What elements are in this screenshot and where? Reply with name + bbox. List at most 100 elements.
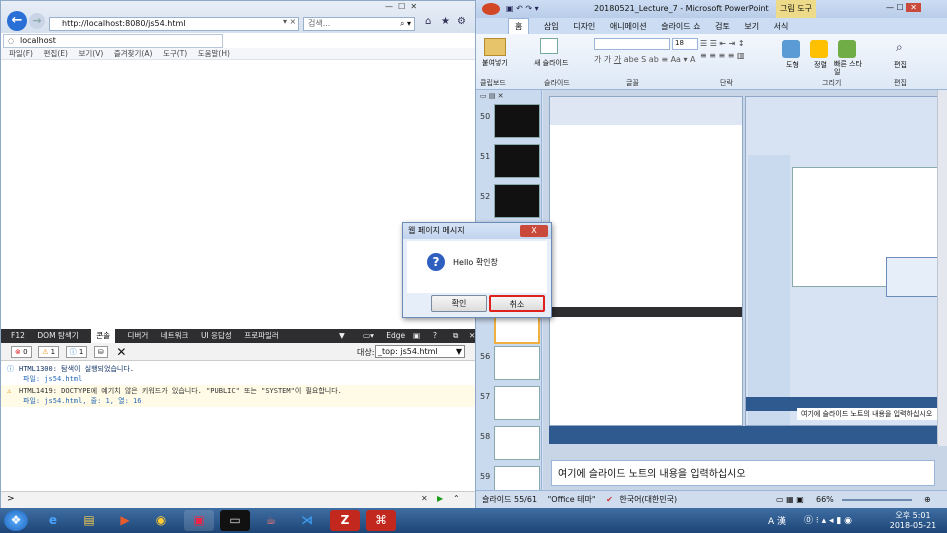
menu-view[interactable]: 보기(V)	[78, 48, 103, 60]
edit-button[interactable]: 편집	[894, 60, 907, 70]
quick-style-icon[interactable]	[838, 40, 856, 58]
language-indicator[interactable]: 한국어(대한민국)	[619, 495, 677, 504]
acrobat-taskbar-icon[interactable]: ⌘	[366, 510, 396, 531]
favorites-icon[interactable]: ★	[441, 16, 450, 27]
back-button[interactable]: ←	[7, 11, 27, 31]
tab-animation[interactable]: 애니메이션	[610, 19, 647, 35]
new-slide-button[interactable]: 새 슬라이드	[534, 58, 574, 68]
chrome-taskbar-icon[interactable]: ◉	[146, 510, 176, 531]
expand-icon[interactable]: ⌃	[453, 494, 460, 503]
shape-icon[interactable]	[782, 40, 800, 58]
media-player-taskbar-icon[interactable]: ▶	[110, 510, 140, 531]
target-select[interactable]: _top: js54.html ▼	[375, 345, 465, 358]
shape-button[interactable]: 도형	[786, 60, 799, 70]
fit-window-icon[interactable]: ⊕	[924, 491, 931, 509]
tab-ui-responsiveness[interactable]: UI 응답성	[201, 329, 232, 343]
source-link[interactable]: 파일: js54.html	[19, 374, 475, 384]
paste-icon[interactable]	[484, 38, 506, 56]
gear-icon[interactable]: ⚙	[457, 16, 466, 27]
arrange-button[interactable]: 정렬	[814, 60, 827, 70]
quick-style-button[interactable]: 빠른 스타일	[834, 60, 864, 76]
explorer-taskbar-icon[interactable]: ▤	[74, 510, 104, 531]
font-format-icons[interactable]: 가 가 가 abe S ab ≡ Aa ▾ A	[594, 54, 698, 74]
close-button[interactable]: X	[520, 225, 548, 237]
search-icon[interactable]: ⌕ ▾	[400, 18, 411, 30]
vscode-taskbar-icon[interactable]: ⋊	[292, 510, 322, 531]
console-icon[interactable]: ▣	[413, 329, 420, 343]
filezilla-taskbar-icon[interactable]: Z	[330, 510, 360, 531]
vertical-scrollbar[interactable]	[937, 90, 947, 446]
zoom-level[interactable]: 66%	[816, 491, 834, 509]
cancel-button[interactable]: 취소	[489, 295, 545, 312]
slide-thumb[interactable]	[494, 426, 540, 460]
paste-button[interactable]: 붙여넣기	[482, 58, 508, 68]
tab-f12[interactable]: F12	[11, 329, 25, 343]
menu-edit[interactable]: 편집(E)	[44, 48, 68, 60]
tab-network[interactable]: 네트워크	[161, 329, 189, 343]
message-filter[interactable]: ⓘ 1	[65, 346, 88, 358]
powerpoint-taskbar-icon[interactable]: ▣	[184, 510, 214, 531]
ime-indicator[interactable]: A 漢	[768, 514, 786, 527]
cmd-taskbar-icon[interactable]: ▭	[220, 510, 250, 531]
ppt-window-controls[interactable]: — ☐ ✕	[886, 0, 921, 17]
undock-icon[interactable]: ⧉	[453, 329, 458, 343]
tab-localhost[interactable]: ◌ localhost	[3, 34, 223, 48]
menu-help[interactable]: 도움말(H)	[198, 48, 230, 60]
tab-review[interactable]: 검토	[715, 19, 730, 35]
console-input-bar[interactable]: > ✕ ▶ ⌃	[1, 491, 475, 508]
find-icon[interactable]: ⌕	[896, 40, 903, 55]
emulation-icon[interactable]: ▭▾ Edge	[363, 329, 405, 343]
ie-window-controls[interactable]: — ☐ ✕	[385, 2, 417, 11]
ok-button[interactable]: 확인	[431, 295, 487, 312]
view-buttons[interactable]: ▭ ▦ ▣	[776, 491, 804, 509]
forward-button[interactable]: →	[29, 13, 45, 29]
menu-file[interactable]: 파일(F)	[9, 48, 33, 60]
slide-thumb[interactable]	[494, 386, 540, 420]
font-size-select[interactable]: 18	[672, 38, 698, 50]
paragraph-icons[interactable]: ☰ ☰ ⇤ ⇥ ↕ ≡ ≡ ≡ ≡ ▥	[700, 38, 780, 74]
address-close-icon[interactable]: ▾ ×	[283, 17, 296, 26]
tab-design[interactable]: 디자인	[573, 19, 595, 35]
source-link[interactable]: 파일: js54.html, 줄: 1, 열: 16	[19, 396, 475, 406]
warning-filter[interactable]: ⚠ 1	[38, 346, 60, 358]
tab-home[interactable]: 홈	[508, 18, 530, 35]
tab-view[interactable]: 보기	[744, 19, 759, 35]
tab-profiler[interactable]: 프로파일러	[244, 329, 279, 343]
search-input[interactable]: 검색... ⌕ ▾	[303, 17, 415, 31]
slide-thumb[interactable]	[494, 184, 540, 218]
office-button-icon[interactable]	[482, 3, 500, 15]
clear-console-icon[interactable]: ✕	[116, 345, 126, 359]
address-bar[interactable]: http://localhost:8080/js54.html	[49, 17, 299, 31]
devtools-close-icon[interactable]: ✕	[469, 329, 475, 343]
more-tabs-icon[interactable]: ▼	[339, 329, 345, 343]
slide-thumb[interactable]	[494, 346, 540, 380]
zoom-slider[interactable]	[842, 499, 912, 501]
tab-slideshow[interactable]: 슬라이드 쇼	[661, 19, 700, 35]
notes-pane[interactable]: 여기에 슬라이드 노트의 내용을 입력하십시오	[551, 460, 935, 486]
font-name-select[interactable]	[594, 38, 670, 50]
slide-editor[interactable]: 여기에 슬라이드 노트의 내용을 입력하십시오 여기에 슬라이드 노트의 내용을…	[543, 90, 947, 490]
clock-date[interactable]: 2018-05-21	[888, 521, 938, 530]
tab-debugger[interactable]: 디버거	[128, 329, 149, 343]
new-slide-icon[interactable]	[540, 38, 558, 54]
filter-icon[interactable]: ⛁	[93, 346, 108, 358]
error-filter[interactable]: ⊗ 0	[11, 346, 32, 358]
tab-console[interactable]: 콘솔	[91, 329, 115, 343]
menu-tools[interactable]: 도구(T)	[163, 48, 187, 60]
multiline-icon[interactable]: ✕	[421, 494, 428, 503]
tray-icons[interactable]: ⓪ ⁝ ▴ ◂ ▮ ◉	[804, 513, 852, 526]
clock-time[interactable]: 오후 5:01	[888, 510, 938, 521]
spellcheck-icon[interactable]: ✔	[606, 495, 613, 504]
tab-dom[interactable]: DOM 탐색기	[37, 329, 78, 343]
tab-insert[interactable]: 삽입	[544, 19, 559, 35]
home-icon[interactable]: ⌂	[425, 16, 431, 27]
run-icon[interactable]: ▶	[437, 494, 443, 503]
help-icon[interactable]: ?	[433, 329, 437, 343]
arrange-icon[interactable]	[810, 40, 828, 58]
tab-format[interactable]: 서식	[774, 19, 789, 35]
java-taskbar-icon[interactable]: ☕	[256, 510, 286, 531]
slide-thumb[interactable]	[494, 144, 540, 178]
slide-thumb[interactable]	[494, 104, 540, 138]
ie-taskbar-icon[interactable]: e	[38, 510, 68, 531]
start-button[interactable]: ❖	[4, 510, 28, 531]
